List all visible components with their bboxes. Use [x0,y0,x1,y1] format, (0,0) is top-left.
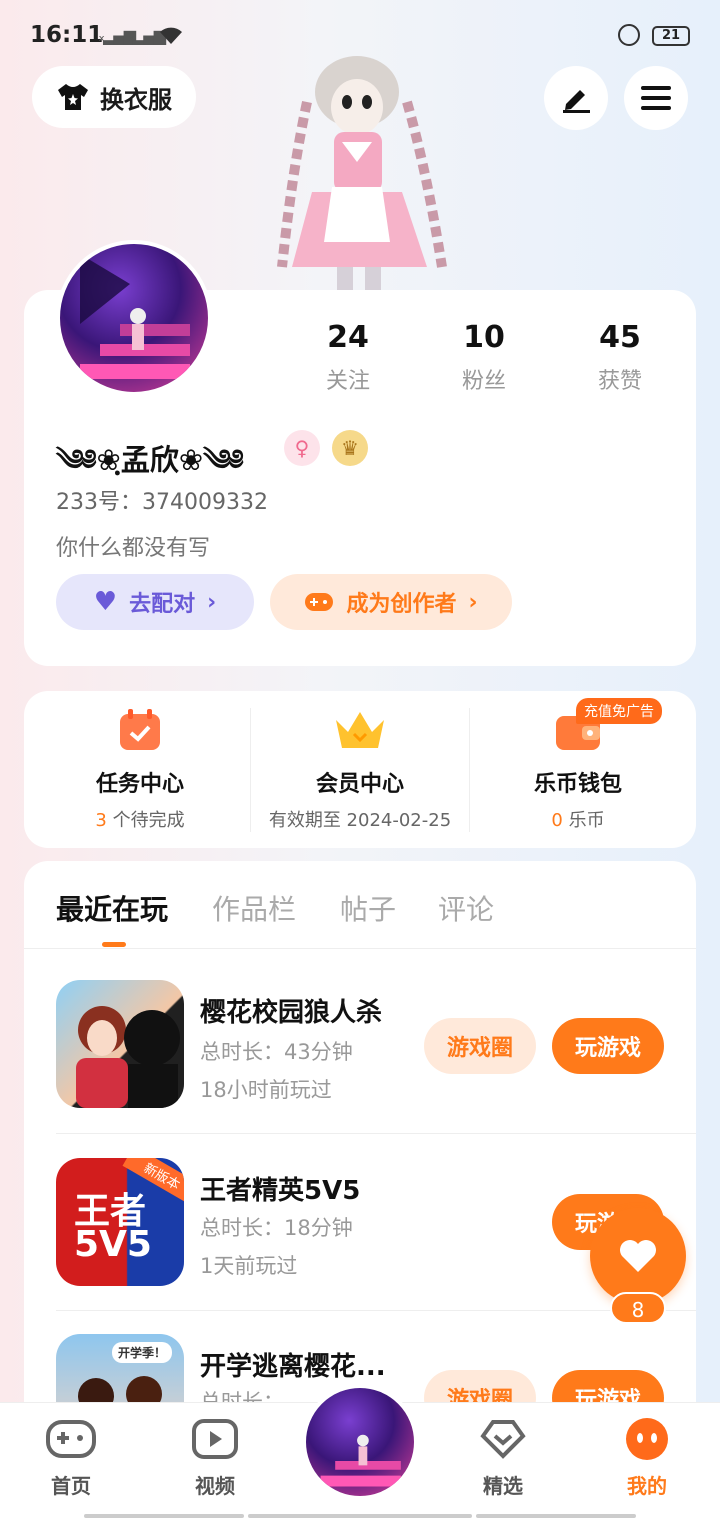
pen-icon [563,90,590,113]
user-id: 233号：374009332 [56,490,268,515]
game-title: 王者精英5V5 [200,1176,361,1206]
task-sub: 个待完成 [106,810,185,831]
game-art [76,1006,180,1108]
nav-featured[interactable]: 精选 [448,1418,558,1499]
tab-comments[interactable]: 评论 [438,888,494,928]
task-center-title: 任务中心 [95,772,184,797]
row-divider [56,1133,696,1134]
ad-free-badge: 充值免广告 [576,698,662,724]
nav-mine[interactable]: 我的 [592,1418,702,1499]
play-video-icon [192,1419,238,1459]
vip-sub: 有效期至 2024-02-25 [268,810,452,831]
female-icon: ♀ [284,430,320,466]
stat-likes-value: 45 [599,320,641,355]
stat-fans-value: 10 [463,320,505,355]
nav-mine-label: 我的 [627,1474,667,1498]
game-icon-bubble: 开学季！ [112,1342,173,1363]
stat-following-value: 24 [327,320,369,355]
gamepad-icon [305,593,334,611]
change-outfit-button[interactable]: 换衣服 [32,66,196,128]
chevron-right-icon: › [468,589,478,615]
heart-icon [620,1240,656,1272]
coin-count: 0 [551,810,563,831]
crown-badge-icon[interactable]: ♛ [332,430,368,466]
game-icon-sakura-werewolf[interactable] [56,980,184,1108]
task-center[interactable]: 任务中心 3 个待完成 [28,708,252,832]
vip-center[interactable]: 会员中心 有效期至 2024-02-25 [248,708,472,832]
gesture-bar [248,1514,472,1518]
match-label: 去配对 [129,592,196,617]
stat-following[interactable]: 24 关注 [288,320,408,395]
menu-button[interactable] [624,66,688,130]
tab-works[interactable]: 作品栏 [212,888,296,928]
stat-following-label: 关注 [325,369,370,394]
calendar-check-icon [120,709,160,750]
stat-fans-label: 粉丝 [461,369,506,394]
game-title: 开学逃离樱花... [200,1352,386,1382]
change-outfit-label: 换衣服 [100,85,172,114]
row-divider [56,1310,696,1311]
edit-profile-button[interactable] [544,66,608,130]
wifi-icon [160,27,182,44]
stat-likes[interactable]: 45 获赞 [560,320,680,395]
nav-video[interactable]: 视频 [160,1418,270,1499]
battery-icon: 21 [652,26,690,46]
heart-diamond-icon [480,1420,526,1459]
profile-avatar[interactable] [56,240,212,396]
tab-indicator [102,942,126,947]
match-button[interactable]: ♥ 去配对 › [56,574,254,630]
nav-home[interactable]: 首页 [16,1418,126,1499]
game-duration: 总时长：18分钟 [200,1216,353,1240]
game-icon-text-2: 5V5 [74,1224,152,1265]
gamepad-nav-icon [46,1420,96,1458]
hamburger-icon [641,86,671,110]
coin-wallet-title: 乐币钱包 [533,772,622,797]
task-count: 3 [95,810,107,831]
tab-recent[interactable]: 最近在玩 [56,888,168,928]
gesture-bar [84,1514,244,1518]
shirt-icon [58,84,88,110]
game-title: 樱花校园狼人杀 [200,998,383,1028]
tabs-divider [24,948,696,949]
nav-featured-label: 精选 [483,1474,523,1498]
coin-wallet[interactable]: 乐币钱包 0 乐币 [466,708,690,832]
status-time: 16:11 [30,22,104,48]
tab-posts[interactable]: 帖子 [340,888,396,928]
gesture-bar [476,1514,636,1518]
game-last-played: 18小时前玩过 [200,1078,332,1102]
become-creator-label: 成为创作者 [346,592,457,617]
vip-center-title: 会员中心 [315,772,404,797]
coin-sub: 乐币 [562,810,605,831]
like-button[interactable] [590,1208,686,1304]
profile-face-icon [626,1418,668,1460]
avatar-scene [320,1434,401,1487]
nav-center-avatar[interactable] [302,1384,418,1500]
play-game-button[interactable]: 玩游戏 [552,1018,664,1074]
game-icon-king-elite[interactable]: 新版本 王者 5V5 [56,1158,184,1286]
alarm-icon [618,24,640,46]
like-count: 8 [610,1292,666,1324]
avatar-character[interactable] [262,52,462,290]
crown-icon [336,712,384,748]
chevron-right-icon: › [207,589,217,615]
nav-video-label: 视频 [195,1474,235,1498]
avatar-scene [80,254,190,379]
bio: 你什么都没有写 [56,536,211,561]
heart-icon: ♥ [93,587,118,617]
nav-home-label: 首页 [51,1474,91,1498]
game-last-played: 1天前玩过 [200,1254,298,1278]
stat-fans[interactable]: 10 粉丝 [424,320,544,395]
stat-likes-label: 获赞 [597,369,642,394]
become-creator-button[interactable]: 成为创作者 › [270,574,512,630]
game-duration: 总时长：43分钟 [200,1040,353,1064]
game-circle-button[interactable]: 游戏圈 [424,1018,536,1074]
